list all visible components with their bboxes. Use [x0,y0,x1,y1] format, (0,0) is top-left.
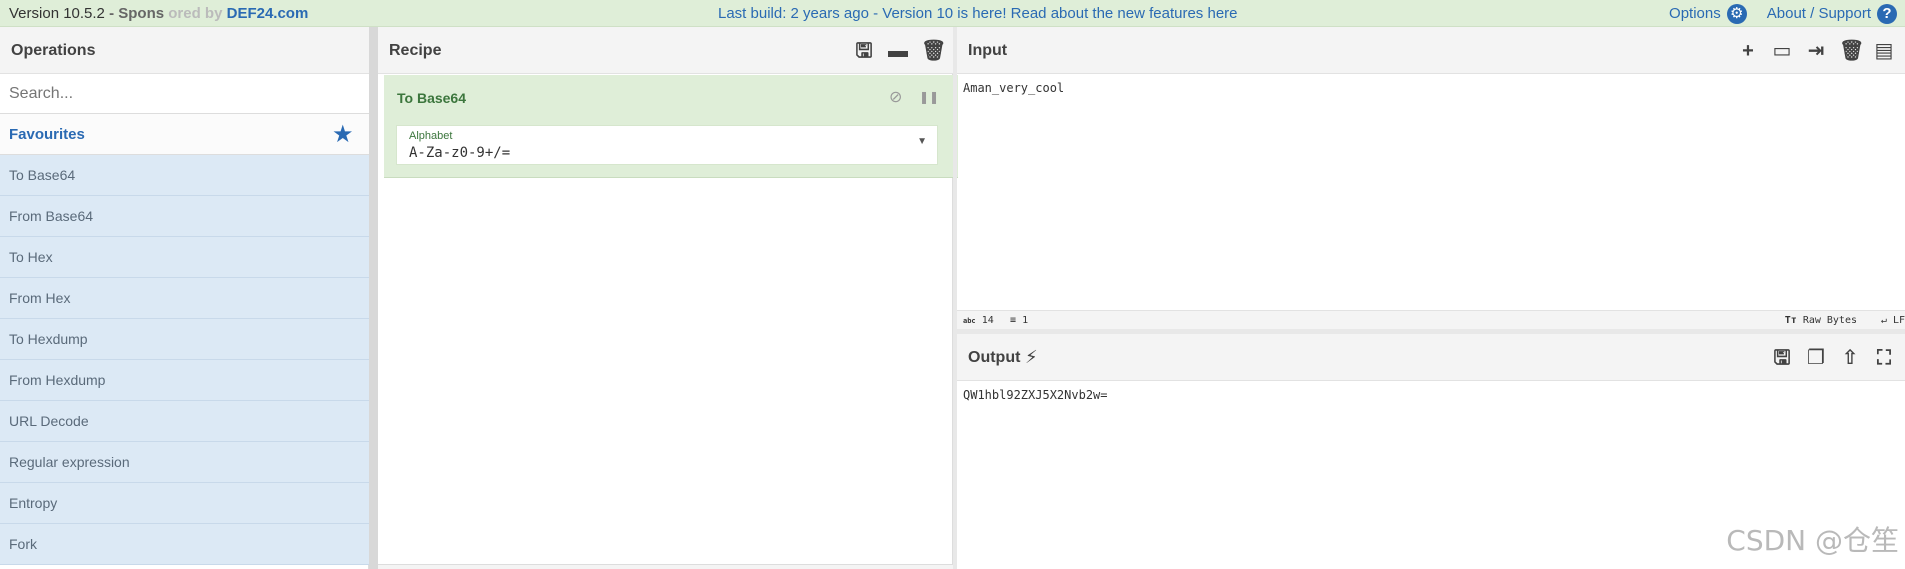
operation-item[interactable]: To Hex [0,237,369,278]
top-banner: Version 10.5.2 - Spons ored by DEF24.com… [0,0,1905,27]
operations-panel: Operations Favourites ★ To Base64 From B… [0,27,369,569]
folder-icon[interactable]: ▭ [1771,40,1793,62]
input-toolbar: + ▭ ⇥ 🗑 ▤ [1737,27,1895,74]
import-icon[interactable]: ⇥ [1805,40,1827,62]
banner-right: Options ⚙ About / Support ? [1669,0,1897,27]
star-icon[interactable]: ★ [332,120,354,149]
chevron-down-icon: ▼ [917,136,927,147]
options-link[interactable]: Options [1669,0,1721,27]
operation-item[interactable]: URL Decode [0,401,369,442]
operation-item[interactable]: Entropy [0,483,369,524]
save-icon[interactable]: 🖫 [853,40,875,62]
watermark: CSDN @仓笙 [1726,524,1899,557]
sponsor-prefix: - Spons [109,5,165,22]
line-count-value: 1 [1022,315,1029,326]
encoding-value: Raw Bytes [1802,315,1857,326]
trash-icon[interactable]: 🗑 [921,40,946,62]
char-count-value: 14 [981,315,994,326]
sponsor-link[interactable]: DEF24.com [227,5,309,22]
plus-icon[interactable]: + [1737,40,1759,62]
build-notice[interactable]: Last build: 2 years ago - Version 10 is … [718,0,1238,27]
disable-icon[interactable]: ⊘ [889,87,902,107]
operation-item[interactable]: Fork [0,524,369,565]
magic-wand-icon[interactable]: ⚡ [1025,334,1038,381]
operation-item[interactable]: Regular expression [0,442,369,483]
return-icon: ↵ [1880,315,1887,326]
trash-icon[interactable]: 🗑 [1839,40,1864,62]
upload-icon[interactable]: ⇧ [1839,347,1861,369]
recipe-operation-card[interactable]: To Base64 ⊘ ❚❚ Alphabet A-Za-z0-9+/= ▼ [384,75,958,178]
recipe-operation-name: To Base64 [397,90,466,106]
copy-icon[interactable]: ❐ [1805,347,1827,369]
folder-icon[interactable]: ▬ [887,40,909,62]
recipe-title: Recipe [389,42,442,59]
maximise-icon[interactable]: ⛶ [1873,347,1895,369]
recipe-panel: Recipe 🖫 ▬ 🗑 To Base64 ⊘ ❚❚ Alphabet A-Z… [378,27,958,569]
input-title: Input [968,42,1008,59]
text-encoding-icon: Tт [1784,315,1797,326]
output-title: Output [968,349,1021,366]
output-header: Output ⚡ 🖫 ❐ ⇧ ⛶ [957,334,1905,381]
operation-item[interactable]: From Hex [0,278,369,319]
lines-icon: ≡ [1010,315,1017,326]
favourites-label: Favourites [9,126,85,143]
recipe-toolbar: 🖫 ▬ 🗑 [853,27,946,74]
layout-icon[interactable]: ▤ [1873,40,1895,62]
operations-header: Operations [0,27,369,74]
output-textarea[interactable]: QW1hbl92ZXJ5X2Nvb2w= [963,388,1108,402]
encoding-selector[interactable]: Tт Raw Bytes [1785,311,1857,330]
help-icon[interactable]: ? [1877,3,1897,24]
operation-item[interactable]: To Hexdump [0,319,369,360]
alphabet-value: A-Za-z0-9+/= [409,145,511,161]
alphabet-select[interactable]: Alphabet A-Za-z0-9+/= ▼ [396,125,938,165]
output-panel: Output ⚡ 🖫 ❐ ⇧ ⛶ QW1hbl92ZXJ5X2Nvb2w= CS… [957,334,1905,569]
operations-list: To Base64 From Base64 To Hex From Hex To… [0,155,369,565]
recipe-footer [378,564,953,569]
eol-value: LF [1892,315,1905,326]
version-text: Version 10.5.2 - Spons ored by DEF24.com [9,0,308,27]
operations-search-input[interactable] [0,74,369,114]
operations-title: Operations [11,42,96,59]
operation-item[interactable]: To Base64 [0,155,369,196]
panel-resize-handle[interactable] [369,27,378,569]
operation-item[interactable]: From Base64 [0,196,369,237]
char-count-icon: abc [963,317,976,325]
output-toolbar: 🖫 ❐ ⇧ ⛶ [1771,334,1895,381]
input-textarea[interactable]: Aman_very_cool [963,81,1064,95]
favourites-category[interactable]: Favourites ★ [0,114,369,155]
sponsor-mid: ored by [168,5,223,22]
char-count: abc 14 [963,311,994,331]
gear-icon[interactable]: ⚙ [1726,3,1747,24]
alphabet-label: Alphabet [409,130,453,142]
line-count: ≡ 1 [1010,311,1028,330]
version-label: Version 10.5.2 [9,5,105,22]
input-panel: Input + ▭ ⇥ 🗑 ▤ Aman_very_cool abc 14 ≡ … [957,27,1905,329]
pause-icon[interactable]: ❚❚ [919,90,939,104]
input-header: Input + ▭ ⇥ 🗑 ▤ [957,27,1905,74]
recipe-header: Recipe 🖫 ▬ 🗑 [378,27,953,74]
about-link[interactable]: About / Support [1767,0,1871,27]
save-icon[interactable]: 🖫 [1771,347,1793,369]
input-status-bar: abc 14 ≡ 1 Tт Raw Bytes ↵ LF [957,310,1905,329]
eol-selector[interactable]: ↵ LF [1881,311,1905,330]
operation-item[interactable]: From Hexdump [0,360,369,401]
